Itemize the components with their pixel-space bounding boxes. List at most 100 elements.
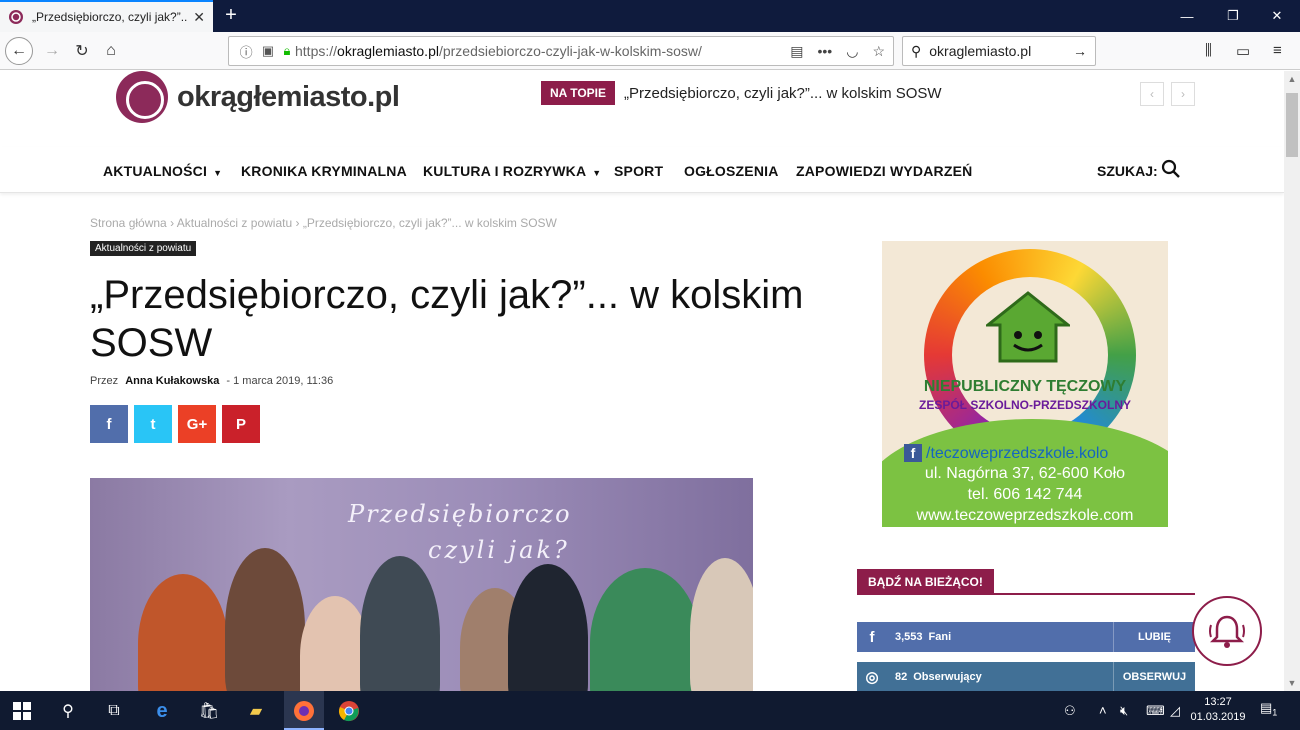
search-icon: ⚲ xyxy=(911,42,922,59)
ad-website: www.teczoweprzedszkole.com xyxy=(916,507,1134,524)
share-facebook-button[interactable]: f xyxy=(90,405,128,443)
instagram-icon: ◎ xyxy=(865,669,879,686)
instagram-label: Obserwujący xyxy=(913,671,982,683)
sidebar-toggle-icon[interactable]: ▭ xyxy=(1236,42,1250,60)
tab-close-icon[interactable]: ✕ xyxy=(193,9,205,26)
hot-prev-button[interactable]: ‹ xyxy=(1140,82,1164,106)
photo-caption-2: czyli jak? xyxy=(428,536,570,564)
reader-view-icon[interactable]: ▤ xyxy=(790,43,803,60)
new-tab-button[interactable]: + xyxy=(220,4,242,26)
web-page: okrągłemiasto.pl NA TOPIE „Przedsiębiorc… xyxy=(0,71,1284,691)
ad-house-icon xyxy=(986,291,1070,363)
hot-topic-label: NA TOPIE xyxy=(541,81,616,105)
share-twitter-button[interactable]: t xyxy=(134,405,172,443)
social-facebook-row: f 3,553 Fani LUBIĘ xyxy=(857,622,1195,652)
menu-item-aktualnosci[interactable]: AKTUALNOŚCI ▼ xyxy=(103,163,222,179)
ad-phone: tel. 606 142 744 xyxy=(967,486,1083,503)
menu-item-sport[interactable]: SPORT xyxy=(614,163,663,179)
page-scrollbar[interactable]: ▲ ▼ xyxy=(1284,71,1300,691)
scrollbar-thumb[interactable] xyxy=(1286,93,1298,157)
sidebar-ad-banner[interactable]: NIEPUBLICZNY TĘCZOWY ZESPÓŁ SZKOLNO-PRZE… xyxy=(882,241,1168,527)
windows-taskbar: ⚲ ⧉ e 🛍︎ ▰ ⚇ ˄ 🔇︎ ⌨ ◿ 13:27 01.03.2019 ▤… xyxy=(0,691,1300,730)
info-icon[interactable]: ⓘ xyxy=(240,42,253,61)
task-view-icon[interactable]: ⧉ xyxy=(102,699,126,723)
ad-heading-1: NIEPUBLICZNY TĘCZOWY xyxy=(923,378,1127,395)
photo-person xyxy=(690,558,753,691)
browser-tab[interactable]: „Przedsiębiorczo, czyli jak?”... w ✕ xyxy=(0,0,213,32)
facebook-count: 3,553 xyxy=(895,631,923,643)
site-logo[interactable]: okrągłemiasto.pl xyxy=(116,71,400,123)
article-date: 1 marca 2019, 11:36 xyxy=(233,375,334,387)
notification-bell-button[interactable] xyxy=(1192,596,1262,666)
pocket-icon[interactable]: ◡ xyxy=(846,43,858,60)
close-window-button[interactable]: ✕ xyxy=(1254,0,1300,32)
article-title: „Przedsiębiorczo, czyli jak?”... w kolsk… xyxy=(90,273,804,365)
permissions-icon[interactable]: ▣ xyxy=(262,43,274,59)
volume-muted-icon[interactable]: 🔇︎ xyxy=(1120,703,1128,719)
restore-button[interactable]: ❐ xyxy=(1210,0,1256,32)
breadcrumb: Strona główna › Aktualności z powiatu › … xyxy=(90,216,557,230)
search-bar[interactable]: ⚲ okraglemiasto.pl → xyxy=(902,36,1096,66)
scroll-down-icon[interactable]: ▼ xyxy=(1284,675,1300,691)
reload-button[interactable]: ↻ xyxy=(68,37,96,65)
instagram-follow-button[interactable]: OBSERWUJ xyxy=(1113,662,1195,691)
menu-hamburger-icon[interactable]: ≡ xyxy=(1273,42,1282,59)
network-icon[interactable]: ◿ xyxy=(1170,703,1180,719)
windows-start-icon[interactable] xyxy=(10,699,34,723)
menu-item-zapowiedzi[interactable]: ZAPOWIEDZI WYDARZEŃ xyxy=(796,163,972,179)
article-photo: Przedsiębiorczo czyli jak? xyxy=(90,478,753,691)
photo-person xyxy=(225,548,305,691)
clock-date: 01.03.2019 xyxy=(1190,711,1246,723)
breadcrumb-category[interactable]: Aktualności z powiatu xyxy=(177,216,292,230)
search-go-icon[interactable]: → xyxy=(1073,43,1087,59)
logo-text: okrągłemiasto.pl xyxy=(177,80,400,113)
hot-next-button[interactable]: › xyxy=(1171,82,1195,106)
search-input[interactable]: okraglemiasto.pl xyxy=(929,43,1073,59)
chrome-icon[interactable] xyxy=(337,699,361,723)
article-meta: Przez Anna Kułakowska - 1 marca 2019, 11… xyxy=(90,375,334,387)
breadcrumb-current: „Przedsiębiorczo, czyli jak?”... w kolsk… xyxy=(302,216,557,230)
bell-icon xyxy=(1209,615,1245,648)
url-bar[interactable]: ⓘ ▣ 🔒︎ https://okraglemiasto.pl/przedsie… xyxy=(228,36,894,66)
facebook-like-button[interactable]: LUBIĘ xyxy=(1113,622,1195,652)
menu-item-ogloszenia[interactable]: OGŁOSZENIA xyxy=(684,163,779,179)
firefox-icon[interactable] xyxy=(292,699,316,723)
category-tag[interactable]: Aktualności z powiatu xyxy=(90,241,197,256)
scroll-up-icon[interactable]: ▲ xyxy=(1284,71,1300,87)
home-button[interactable]: ⌂ xyxy=(97,37,125,65)
bookmark-star-icon[interactable]: ☆ xyxy=(872,43,885,60)
stay-updated-header: BĄDŹ NA BIEŻĄCO! xyxy=(857,569,1195,595)
keyboard-icon[interactable]: ⌨ xyxy=(1146,703,1165,719)
tab-title: „Przedsiębiorczo, czyli jak?”... w xyxy=(32,10,188,24)
site-search-icon[interactable] xyxy=(1161,159,1181,179)
hot-topic-link[interactable]: „Przedsiębiorczo, czyli jak?”... w kolsk… xyxy=(624,85,942,102)
site-favicon-icon xyxy=(9,10,23,24)
people-icon[interactable]: ⚇ xyxy=(1064,703,1076,719)
minimize-button[interactable]: — xyxy=(1164,0,1210,32)
file-explorer-icon[interactable]: ▰ xyxy=(244,699,268,723)
notification-center-icon[interactable]: ▤1 xyxy=(1260,700,1277,718)
forward-button[interactable]: → xyxy=(38,37,66,65)
store-icon[interactable]: 🛍︎ xyxy=(197,699,221,723)
library-icon[interactable]: ⫼ xyxy=(1205,42,1212,59)
photo-person xyxy=(590,568,700,691)
breadcrumb-home[interactable]: Strona główna xyxy=(90,216,167,230)
page-actions-icon[interactable]: ••• xyxy=(818,43,833,60)
browser-tab-bar: „Przedsiębiorczo, czyli jak?”... w ✕ + —… xyxy=(0,0,1300,32)
taskbar-clock[interactable]: 13:27 01.03.2019 xyxy=(1190,695,1246,725)
share-pinterest-button[interactable]: P xyxy=(222,405,260,443)
share-google-button[interactable]: G+ xyxy=(178,405,216,443)
tray-expand-icon[interactable]: ˄ xyxy=(1099,703,1107,718)
photo-person xyxy=(360,556,440,691)
author-link[interactable]: Anna Kułakowska xyxy=(125,375,219,387)
photo-person xyxy=(138,574,228,691)
taskbar-search-icon[interactable]: ⚲ xyxy=(56,699,80,723)
menu-item-kronika[interactable]: KRONIKA KRYMINALNA xyxy=(241,163,407,179)
back-button[interactable]: ← xyxy=(5,37,33,65)
edge-icon[interactable]: e xyxy=(150,699,174,723)
instagram-count: 82 xyxy=(895,671,908,683)
url-text[interactable]: https://okraglemiasto.pl/przedsiebiorczo… xyxy=(295,43,790,59)
social-instagram-row: ◎ 82 Obserwujący OBSERWUJ xyxy=(857,662,1195,691)
menu-item-kultura[interactable]: KULTURA I ROZRYWKA ▼ xyxy=(423,163,601,179)
chevron-down-icon: ▼ xyxy=(213,168,223,178)
